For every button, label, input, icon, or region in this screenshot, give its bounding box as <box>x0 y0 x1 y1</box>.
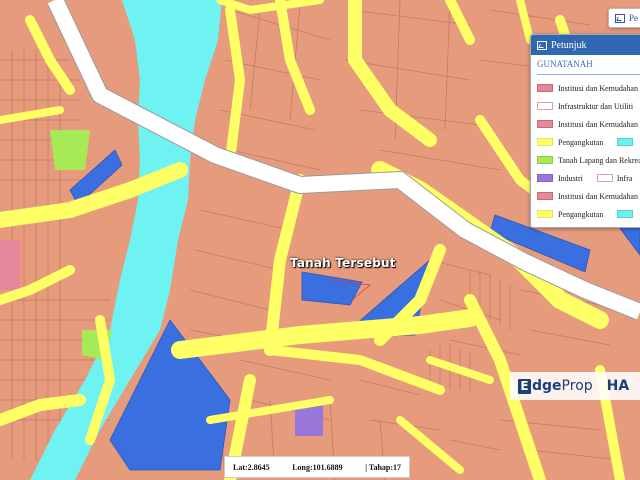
legend-swatch <box>537 210 553 218</box>
coordinate-readout: Lat:2.8645 Long:101.6889 | Tahap:17 <box>224 456 410 478</box>
longitude-readout: Long:101.6889 <box>292 462 343 472</box>
legend-label: Infrastruktur dan Utiliti <box>558 101 634 111</box>
legend-label: Industri <box>558 173 583 183</box>
legend-swatch <box>537 192 553 200</box>
legend-item: Tanah Lapang dan Rekreas <box>531 151 640 169</box>
legend-swatch <box>537 102 553 110</box>
watermark-side-text: HA <box>606 378 630 394</box>
legend-swatch <box>537 174 553 182</box>
legend-header: Petunjuk <box>531 35 640 55</box>
legend-item: Institusi dan Kemudahan M <box>531 79 640 97</box>
legend-swatch <box>537 156 553 164</box>
open-space-zone <box>50 130 90 170</box>
map-legend-icon <box>615 13 625 23</box>
legend-item: Institusi dan Kemudahan M <box>531 115 640 133</box>
legend-swatch <box>537 138 553 146</box>
legend-label: Pengangkutan <box>558 137 604 147</box>
legend-toggle-label: Pe <box>629 13 638 23</box>
legend-swatch <box>537 84 553 92</box>
legend-swatch <box>537 120 553 128</box>
legend-label: Tanah Lapang dan Rekreas <box>558 155 640 165</box>
legend-panel: Petunjuk GUNATANAH Institusi dan Kemudah… <box>530 34 640 228</box>
legend-item: Pengangkutan <box>531 133 640 151</box>
legend-item: Infrastruktur dan Utiliti <box>531 97 640 115</box>
map-legend-icon <box>537 40 547 50</box>
legend-item: Pengangkutan <box>531 205 640 223</box>
legend-swatch-secondary <box>617 210 634 218</box>
legend-items: Institusi dan Kemudahan M Infrastruktur d… <box>531 79 640 223</box>
legend-label: Institusi dan Kemudahan M <box>558 119 640 129</box>
legend-title: Petunjuk <box>551 39 587 51</box>
legend-divider <box>537 74 640 75</box>
legend-label-secondary: Infra <box>616 173 633 183</box>
legend-toggle-button[interactable]: Pe <box>608 8 640 28</box>
legend-section-title: GUNATANAH <box>537 59 593 69</box>
legend-label: Pengangkutan <box>558 209 604 219</box>
legend-swatch-secondary <box>617 138 634 146</box>
latitude-readout: Lat:2.8645 <box>233 462 270 472</box>
edgeprop-watermark: Edge Prop HA <box>510 372 640 400</box>
institution-pink-zone <box>0 240 20 290</box>
legend-item: Institusi dan Kemudahan M <box>531 187 640 205</box>
subject-land-label: Tanah Tersebut <box>290 256 396 270</box>
zoom-level-readout: | Tahap:17 <box>365 462 401 472</box>
legend-label: Institusi dan Kemudahan M <box>558 191 640 201</box>
legend-item: Industri Infra <box>531 169 640 187</box>
legend-label: Institusi dan Kemudahan M <box>558 83 640 93</box>
edgeprop-logo: Edge Prop <box>518 378 593 394</box>
legend-swatch-secondary <box>596 174 613 182</box>
